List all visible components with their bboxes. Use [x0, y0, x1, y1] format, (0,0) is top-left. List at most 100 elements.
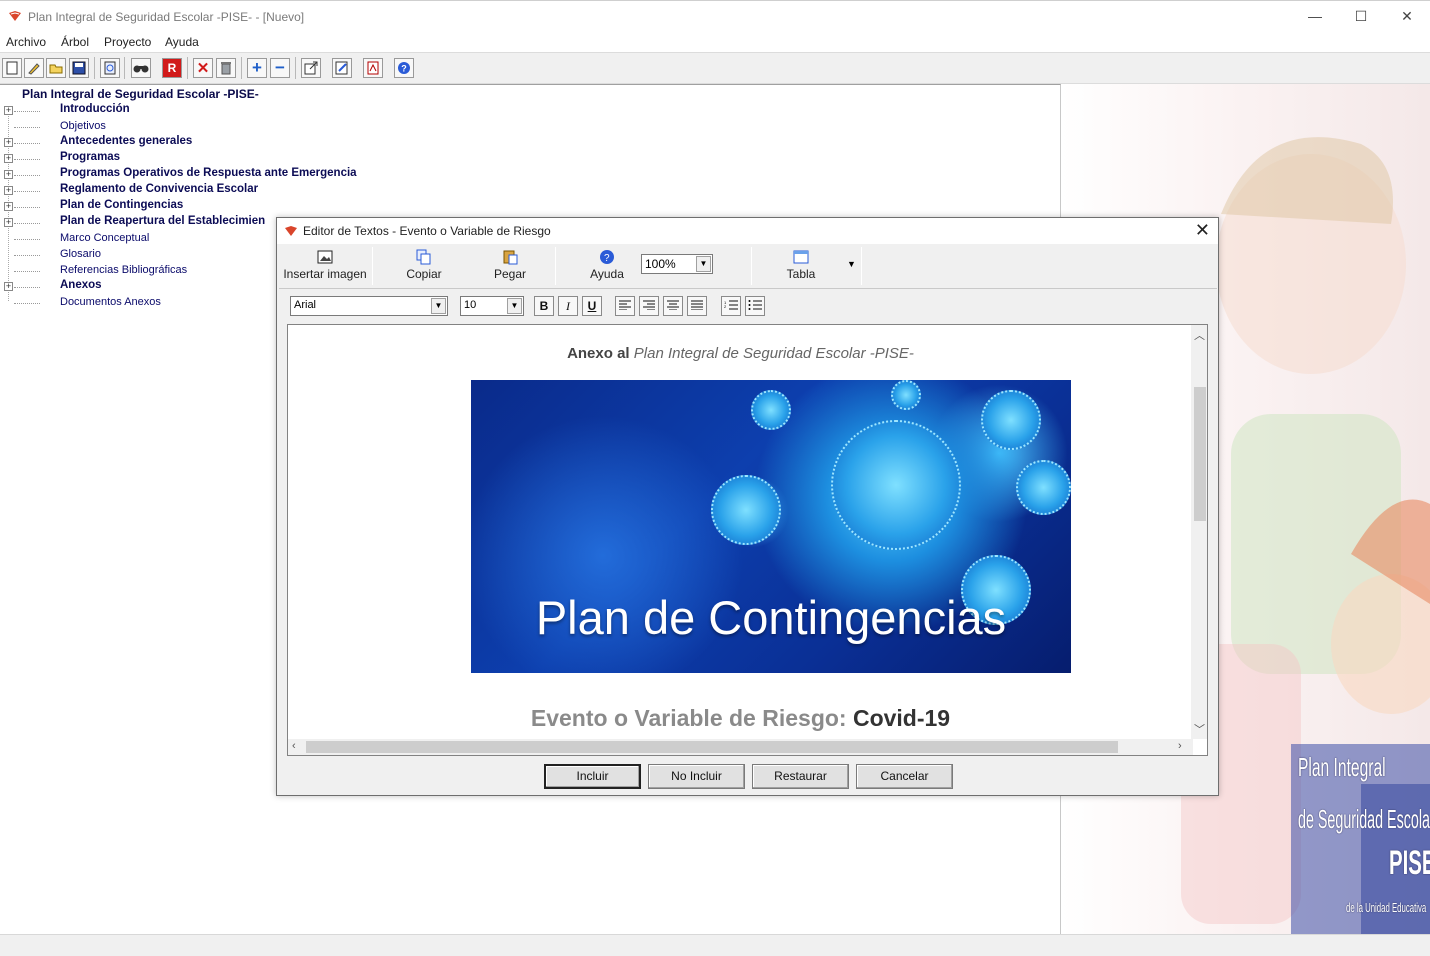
expand-icon[interactable]: + [4, 138, 13, 147]
remove-icon[interactable]: − [270, 58, 290, 78]
align-left-icon[interactable] [615, 296, 635, 316]
menu-archivo[interactable]: Archivo [6, 35, 46, 49]
table-button[interactable]: Tabla [777, 247, 825, 285]
menu-bar: Archivo Árbol Proyecto Ayuda [0, 32, 1430, 52]
dialog-close-icon[interactable]: ✕ [1195, 220, 1210, 241]
tree-item-glosario[interactable]: Glosario [60, 248, 101, 260]
menu-ayuda[interactable]: Ayuda [165, 35, 199, 49]
open-icon[interactable] [46, 58, 66, 78]
tree-item-plan-reapertura[interactable]: Plan de Reapertura del Establecimien [60, 215, 265, 227]
preview-icon[interactable] [100, 58, 120, 78]
font-select[interactable]: Arial ▼ [290, 296, 448, 316]
deco-line3: PISE [1389, 844, 1430, 882]
bullet-list-icon[interactable] [745, 296, 765, 316]
scroll-thumb[interactable] [1194, 387, 1206, 521]
pdf-icon[interactable] [363, 58, 383, 78]
horizontal-scrollbar[interactable]: ‹ › [288, 739, 1193, 755]
font-size-select[interactable]: 10 ▼ [460, 296, 524, 316]
export-icon[interactable] [301, 58, 321, 78]
add-icon[interactable]: + [247, 58, 267, 78]
format-bar: Arial ▼ 10 ▼ B I U 12 [285, 293, 1205, 319]
tree-item-programas[interactable]: Programas [60, 151, 120, 163]
help-icon[interactable]: ? [394, 58, 414, 78]
chevron-down-icon[interactable]: ▼ [696, 256, 711, 272]
expand-icon[interactable]: + [4, 106, 13, 115]
close-button[interactable]: ✕ [1392, 5, 1422, 27]
delete-icon[interactable]: ✕ [193, 58, 213, 78]
dialog-titlebar: Editor de Textos - Evento o Variable de … [277, 218, 1218, 244]
expand-icon[interactable]: + [4, 218, 13, 227]
expand-icon[interactable]: + [4, 186, 13, 195]
save-icon[interactable] [69, 58, 89, 78]
banner-image[interactable]: Plan de Contingencias [471, 380, 1071, 673]
edit-icon[interactable] [24, 58, 44, 78]
scroll-thumb[interactable] [306, 741, 1118, 753]
rich-text-editor[interactable]: Anexo al Plan Integral de Seguridad Esco… [287, 324, 1208, 756]
font-value: Arial [294, 299, 317, 311]
scroll-left-icon[interactable]: ‹ [292, 740, 296, 752]
include-button[interactable]: Incluir [544, 764, 641, 789]
scroll-up-icon[interactable]: ︿ [1194, 327, 1205, 343]
chevron-down-icon[interactable]: ▼ [507, 298, 522, 314]
tree-item-programas-operativos[interactable]: Programas Operativos de Respuesta ante E… [60, 167, 357, 179]
tree-item-introduccion[interactable]: Introducción [60, 103, 130, 115]
italic-button[interactable]: I [558, 296, 578, 316]
tree-item-marco-conceptual[interactable]: Marco Conceptual [60, 232, 149, 244]
tree-item-reglamento[interactable]: Reglamento de Convivencia Escolar [60, 183, 258, 195]
paste-button[interactable]: Pegar [477, 247, 543, 285]
table-dropdown-icon[interactable]: ▼ [847, 259, 856, 269]
zoom-value: 100% [645, 257, 676, 271]
tree-item-objetivos[interactable]: Objetivos [60, 120, 106, 132]
new-icon[interactable] [2, 58, 22, 78]
copy-button[interactable]: Copiar [389, 247, 459, 285]
paste-icon [503, 250, 518, 265]
edit-doc-icon[interactable] [332, 58, 352, 78]
align-center-icon[interactable] [663, 296, 683, 316]
expand-icon[interactable]: + [4, 154, 13, 163]
book-app-icon [9, 11, 21, 21]
book-app-icon [285, 226, 297, 236]
zoom-select[interactable]: 100% ▼ [641, 254, 713, 274]
underline-button[interactable]: U [582, 296, 602, 316]
trash-icon[interactable] [216, 58, 236, 78]
cancel-button[interactable]: Cancelar [856, 764, 953, 789]
dialog-title: Editor de Textos - Evento o Variable de … [303, 224, 551, 238]
find-icon[interactable] [131, 58, 151, 78]
bold-button[interactable]: B [534, 296, 554, 316]
tree-item-anexos[interactable]: Anexos [60, 279, 102, 291]
heading-prefix: Anexo al [567, 345, 630, 362]
menu-proyecto[interactable]: Proyecto [104, 35, 151, 49]
minimize-button[interactable]: — [1300, 5, 1330, 27]
risk-event-line: Evento o Variable de Riesgo: Covid-19 [288, 705, 1193, 732]
chevron-down-icon[interactable]: ▼ [431, 298, 446, 314]
deco-line1: Plan Integral [1298, 752, 1386, 782]
tree-item-antecedentes[interactable]: Antecedentes generales [60, 135, 192, 147]
insert-image-label: Insertar imagen [283, 267, 367, 281]
justify-icon[interactable] [687, 296, 707, 316]
help-button[interactable]: ? Ayuda [579, 247, 635, 285]
not-include-button[interactable]: No Incluir [648, 764, 745, 789]
maximize-button[interactable]: ☐ [1346, 5, 1376, 27]
insert-image-button[interactable]: Insertar imagen [281, 247, 369, 285]
risk-label: Evento o Variable de Riesgo: [530, 705, 847, 731]
numbered-list-icon[interactable]: 12 [721, 296, 741, 316]
expand-icon[interactable]: + [4, 282, 13, 291]
expand-icon[interactable]: + [4, 202, 13, 211]
align-right-icon[interactable] [639, 296, 659, 316]
help-label: Ayuda [590, 267, 624, 281]
expand-icon[interactable]: + [4, 170, 13, 179]
scroll-down-icon[interactable]: ﹀ [1194, 721, 1205, 737]
help-icon: ? [600, 250, 614, 264]
menu-arbol[interactable]: Árbol [61, 35, 89, 49]
tree-item-referencias[interactable]: Referencias Bibliográficas [60, 264, 187, 276]
scroll-right-icon[interactable]: › [1178, 740, 1182, 752]
table-icon [793, 250, 809, 264]
restore-button[interactable]: Restaurar [752, 764, 849, 789]
tree-item-documentos-anexos[interactable]: Documentos Anexos [60, 296, 161, 308]
tree-root[interactable]: Plan Integral de Seguridad Escolar -PISE… [22, 87, 259, 101]
tree-item-plan-contingencias[interactable]: Plan de Contingencias [60, 199, 183, 211]
vertical-scrollbar[interactable]: ︿ ﹀ [1191, 325, 1207, 739]
document-heading: Anexo al Plan Integral de Seguridad Esco… [288, 345, 1193, 362]
svg-text:2: 2 [724, 304, 727, 309]
report-icon[interactable]: R [162, 58, 182, 78]
